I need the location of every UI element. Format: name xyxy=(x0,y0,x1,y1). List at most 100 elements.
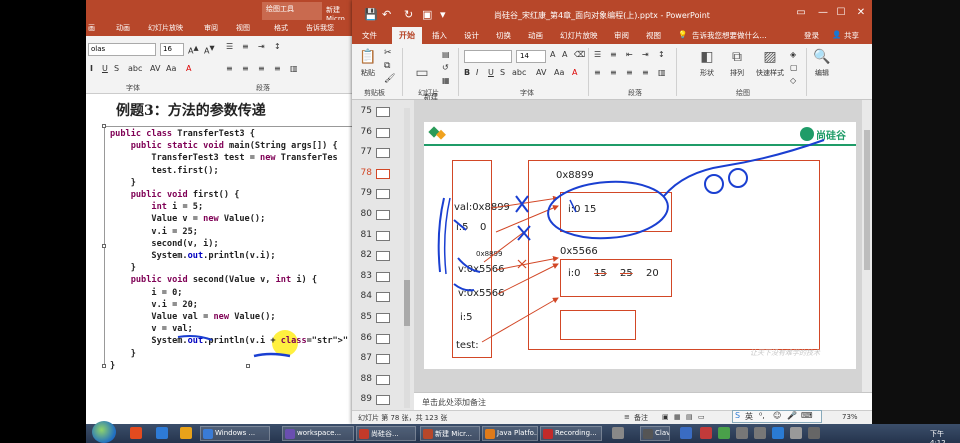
slide-thumbnail[interactable] xyxy=(376,354,390,365)
back-search-hint[interactable]: 告诉我您 xyxy=(306,23,334,33)
shrink-font-icon[interactable]: A xyxy=(562,50,567,59)
chrome-icon[interactable] xyxy=(130,427,142,439)
slide-thumbnail[interactable] xyxy=(376,271,390,282)
shadow-icon[interactable]: S xyxy=(500,68,505,77)
line-spacing-icon[interactable]: ↕ xyxy=(658,50,665,59)
reading-view-icon[interactable]: ▤ xyxy=(686,413,693,421)
back-slide-canvas[interactable]: 例题3：方法的参数传递 public class TransferTest3 {… xyxy=(86,94,356,424)
line-spacing-icon[interactable]: ↕ xyxy=(274,42,281,51)
thumb-scrollbar-thumb[interactable] xyxy=(404,280,410,326)
numbering-icon[interactable]: ≡ xyxy=(610,50,617,59)
shape-outline-icon[interactable]: ▢ xyxy=(790,63,798,72)
ime-toolbar[interactable]: S 英 ⁰, ☺ 🎤 ⌨ xyxy=(732,410,822,423)
columns-icon[interactable]: ▥ xyxy=(290,64,298,73)
share-button[interactable]: 共享 xyxy=(844,30,859,41)
bold-icon[interactable]: I xyxy=(90,64,93,73)
app-icon[interactable] xyxy=(612,427,624,439)
tab-insert[interactable]: 插入 xyxy=(432,30,447,41)
font-color-icon[interactable]: A xyxy=(572,68,577,77)
spacing-icon[interactable]: AV xyxy=(150,64,160,73)
taskbar-item[interactable]: Windows ... xyxy=(200,426,270,441)
share-icon[interactable]: 👤 xyxy=(832,30,841,39)
font-size-box[interactable]: 14 xyxy=(516,50,546,63)
taskbar-item[interactable]: workspace... xyxy=(282,426,354,441)
font-color-icon[interactable]: A xyxy=(186,64,191,73)
tab-view[interactable]: 视图 xyxy=(646,30,661,41)
resize-handle[interactable] xyxy=(102,364,106,368)
paste-button[interactable]: 📋 粘贴 xyxy=(356,48,380,78)
reset-icon[interactable]: ↺ xyxy=(442,63,449,72)
login-link[interactable]: 登录 xyxy=(804,30,819,41)
context-tab-drawing-tools[interactable]: 绘图工具 xyxy=(262,2,322,20)
indent-icon[interactable]: ⇥ xyxy=(258,42,265,51)
resize-handle[interactable] xyxy=(102,124,106,128)
close-button[interactable]: ✕ xyxy=(850,7,872,18)
increase-indent-icon[interactable]: ⇥ xyxy=(642,50,649,59)
customize-qat-icon[interactable]: ▾ xyxy=(440,8,446,21)
notes-pane[interactable]: 单击此处添加备注 xyxy=(414,392,872,410)
ime-keyboard-icon[interactable]: ⌨ xyxy=(801,411,813,420)
redo-icon[interactable]: ↻ xyxy=(404,8,413,21)
shadow-icon[interactable]: S xyxy=(114,64,119,73)
sorter-view-icon[interactable]: ▦ xyxy=(674,413,681,421)
taskbar-item[interactable]: 尚硅谷... xyxy=(356,426,416,441)
copy-icon[interactable]: ⧉ xyxy=(384,61,390,71)
decrease-indent-icon[interactable]: ⇤ xyxy=(626,50,633,59)
undo-icon[interactable]: ↶ xyxy=(382,8,391,21)
slide-thumbnail[interactable] xyxy=(376,251,390,262)
notification-icon[interactable] xyxy=(808,427,820,439)
notes-toggle-icon[interactable]: ≡ xyxy=(624,413,630,421)
notes-toggle[interactable]: 备注 xyxy=(634,413,648,423)
tell-me-search[interactable]: 告诉我您想要做什么... xyxy=(692,30,767,41)
layout-icon[interactable]: ▤ xyxy=(442,50,450,59)
cut-icon[interactable]: ✂ xyxy=(384,48,392,58)
back-title-bar[interactable]: 绘图工具 新建 Micro xyxy=(86,0,356,23)
slide-thumbnail[interactable] xyxy=(376,189,390,200)
shrink-font-icon[interactable]: A▼ xyxy=(204,44,215,56)
tab-design[interactable]: 设计 xyxy=(464,30,479,41)
back-tab-5[interactable]: 格式 xyxy=(274,23,288,33)
slide-thumbnail[interactable] xyxy=(376,313,390,323)
back-font-name-box[interactable]: olas xyxy=(88,43,156,56)
bullets-icon[interactable]: ☰ xyxy=(594,50,601,59)
tray-icon[interactable] xyxy=(718,427,730,439)
align-center-icon[interactable]: ≡ xyxy=(242,64,249,73)
slide-thumbnail[interactable] xyxy=(376,374,390,385)
ime-tray-icon[interactable] xyxy=(772,427,784,439)
grow-font-icon[interactable]: A xyxy=(550,50,555,59)
thumb-scrollbar-track[interactable] xyxy=(404,108,410,408)
start-button[interactable] xyxy=(92,421,116,443)
spacing-icon[interactable]: AV xyxy=(536,68,546,77)
shape-effects-icon[interactable]: ◇ xyxy=(790,76,796,85)
ime-emoji-icon[interactable]: ☺ xyxy=(773,411,781,420)
slide-canvas[interactable]: 尚硅谷 val:0x8899 i:5 0 0x8899 v:0x5566 v:0… xyxy=(424,122,856,369)
tab-transitions[interactable]: 切换 xyxy=(496,30,511,41)
maximize-button[interactable]: ☐ xyxy=(830,7,852,18)
back-tab-0[interactable]: 画 xyxy=(88,23,95,33)
italic-icon[interactable]: I xyxy=(476,68,478,77)
taskbar-item[interactable]: Java Platfo... xyxy=(482,426,538,441)
tab-home[interactable]: 开始 xyxy=(392,27,422,44)
media-icon[interactable] xyxy=(156,427,168,439)
bold-icon[interactable]: B xyxy=(464,68,470,77)
slide-thumbnail[interactable] xyxy=(376,210,390,220)
underline-icon[interactable]: U xyxy=(488,68,494,77)
underline-icon[interactable]: U xyxy=(102,64,108,73)
taskbar-item[interactable]: Clavi xyxy=(640,426,670,441)
volume-icon[interactable] xyxy=(754,427,766,439)
strike-icon[interactable]: abc xyxy=(128,64,142,73)
shape-button[interactable]: ◧ 形状 xyxy=(694,48,720,78)
tab-animations[interactable]: 动画 xyxy=(528,30,543,41)
align-right-icon[interactable]: ≡ xyxy=(258,64,265,73)
powerpoint-window[interactable]: 💾 ↶ ↻ ▣ ▾ 尚硅谷_宋红康_第4章_面向对象编程(上).pptx - P… xyxy=(352,0,872,424)
ime-mode[interactable]: 英 xyxy=(745,411,753,422)
justify-icon[interactable]: ≡ xyxy=(642,68,649,77)
back-tab-1[interactable]: 动画 xyxy=(116,23,130,33)
grow-font-icon[interactable]: A▲ xyxy=(188,44,199,56)
slide-editing-area[interactable]: 尚硅谷 val:0x8899 i:5 0 0x8899 v:0x5566 v:0… xyxy=(414,100,872,392)
save-icon[interactable]: 💾 xyxy=(364,8,378,21)
network-icon[interactable] xyxy=(736,427,748,439)
resize-handle[interactable] xyxy=(102,244,106,248)
case-icon[interactable]: Aa xyxy=(554,68,564,77)
back-tab-3[interactable]: 审阅 xyxy=(204,23,218,33)
